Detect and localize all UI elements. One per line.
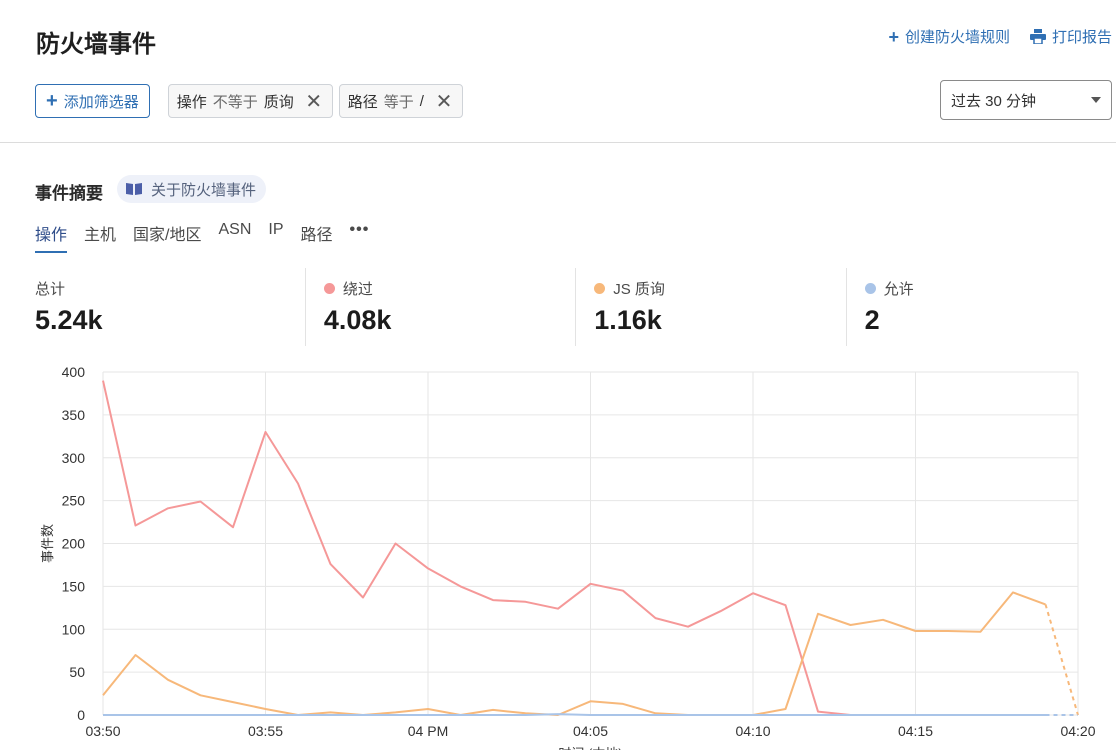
y-tick-label: 300 <box>62 450 86 466</box>
stat-label: 绕过 <box>342 281 373 298</box>
stat-total: 总计 5.24k <box>35 268 305 346</box>
x-tick-label: 03:55 <box>248 723 283 739</box>
create-rule-label: 创建防火墙规则 <box>904 29 1010 46</box>
header-actions: + 创建防火墙规则 打印报告 <box>888 26 1112 47</box>
x-tick-label: 04:20 <box>1060 723 1095 739</box>
series-line-partial <box>1044 604 1079 716</box>
events-chart[interactable]: 0 50 100 150 200 250 300 350 400 03:50 03:55 04 PM 0… <box>0 355 1116 750</box>
filter-field: 操作 <box>176 93 207 111</box>
x-axis-label: 时间 (本地) <box>558 746 622 750</box>
divider <box>0 142 1116 143</box>
printer-icon <box>1029 29 1046 44</box>
y-tick-label: 350 <box>62 407 86 423</box>
y-tick-label: 0 <box>77 707 85 723</box>
remove-filter-icon[interactable]: ✕ <box>304 91 324 113</box>
time-range-select[interactable]: 过去 30 分钟 <box>940 80 1112 120</box>
stat-js-challenge[interactable]: JS 质询 1.16k <box>575 268 845 346</box>
series-line <box>102 591 1046 716</box>
stat-value: 1.16k <box>594 305 662 335</box>
stat-value: 5.24k <box>35 305 103 335</box>
filter-chip-action[interactable]: 操作 不等于 质询 ✕ <box>167 84 333 118</box>
remove-filter-icon[interactable]: ✕ <box>434 91 454 113</box>
stat-allow[interactable]: 允许 2 <box>845 268 1116 346</box>
stat-label: JS 质询 <box>613 281 665 298</box>
y-tick-label: 250 <box>62 493 86 509</box>
stat-label: 总计 <box>35 281 66 298</box>
more-options-icon[interactable]: ••• <box>350 221 370 253</box>
filter-field: 路径 <box>347 93 378 111</box>
about-label: 关于防火墙事件 <box>151 181 257 199</box>
y-tick-label: 100 <box>62 621 86 637</box>
legend-dot <box>864 283 876 294</box>
tab-asn[interactable]: ASN <box>218 221 251 253</box>
stat-value: 4.08k <box>323 305 392 335</box>
y-tick-label: 50 <box>69 664 85 680</box>
about-firewall-events-link[interactable]: 关于防火墙事件 <box>117 175 267 203</box>
stat-bypass[interactable]: 绕过 4.08k <box>304 268 575 346</box>
filter-bar: + 添加筛选器 操作 不等于 质询 ✕ 路径 等于 / ✕ <box>35 84 463 118</box>
print-report-label: 打印报告 <box>1051 29 1112 46</box>
legend-dot <box>323 283 335 294</box>
series-line <box>102 380 1046 716</box>
filter-value: / <box>419 92 424 110</box>
filter-value: 质询 <box>263 93 294 111</box>
page-title: 防火墙事件 <box>36 31 156 58</box>
y-tick-label: 400 <box>62 364 86 380</box>
y-tick-label: 150 <box>62 578 86 594</box>
filter-operator: 等于 <box>383 93 414 111</box>
x-tick-label: 04:05 <box>573 723 608 739</box>
tab-country[interactable]: 国家/地区 <box>133 221 201 253</box>
tab-host[interactable]: 主机 <box>84 221 116 253</box>
print-report-link[interactable]: 打印报告 <box>1029 26 1112 47</box>
stat-value: 2 <box>864 305 880 335</box>
y-axis-label: 事件数 <box>40 524 55 563</box>
add-filter-label: 添加筛选器 <box>63 93 139 111</box>
create-rule-link[interactable]: + 创建防火墙规则 <box>888 26 1010 47</box>
series-line <box>103 713 1046 716</box>
plus-icon: + <box>888 26 899 47</box>
caret-down-icon <box>1091 97 1101 103</box>
stats-row: 总计 5.24k 绕过 4.08k JS 质询 1.16k 允许 2 <box>35 268 1116 346</box>
tab-ip[interactable]: IP <box>268 221 283 253</box>
tab-path[interactable]: 路径 <box>301 221 333 253</box>
x-tick-label: 04:10 <box>735 723 770 739</box>
x-tick-label: 04:15 <box>898 723 933 739</box>
time-range-value: 过去 30 分钟 <box>951 92 1037 110</box>
tab-action[interactable]: 操作 <box>35 221 68 253</box>
stat-label: 允许 <box>883 281 914 298</box>
book-icon <box>126 183 142 195</box>
x-tick-label: 03:50 <box>85 723 120 739</box>
filter-chip-path[interactable]: 路径 等于 / ✕ <box>338 84 463 118</box>
legend-dot <box>594 283 606 294</box>
plus-icon: + <box>46 90 58 112</box>
summary-title: 事件摘要 <box>35 184 103 203</box>
filter-operator: 不等于 <box>212 93 258 111</box>
x-tick-label: 04 PM <box>408 723 448 739</box>
add-filter-button[interactable]: + 添加筛选器 <box>35 84 150 118</box>
y-tick-label: 200 <box>62 536 86 552</box>
summary-tabs: 操作 主机 国家/地区 ASN IP 路径 ••• <box>35 221 369 253</box>
